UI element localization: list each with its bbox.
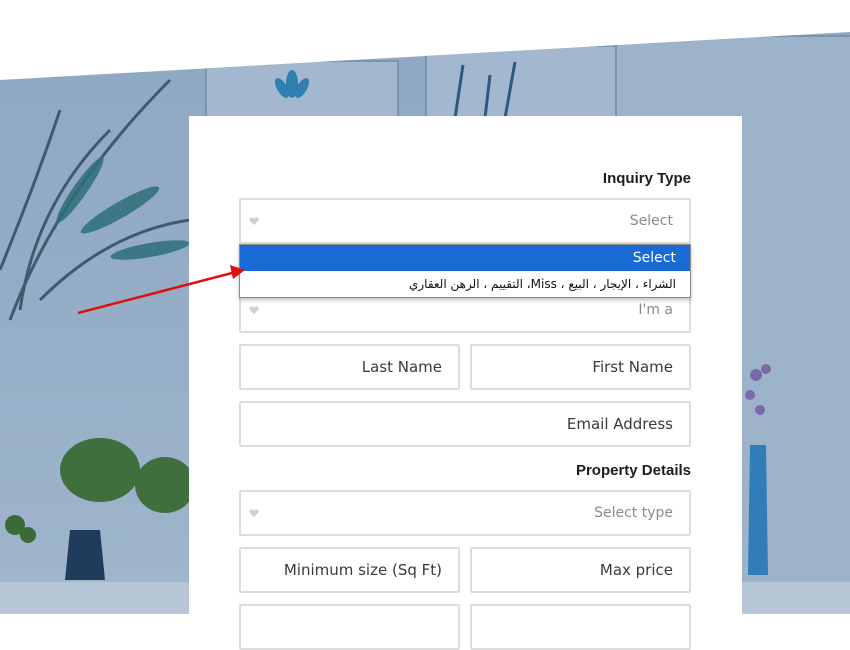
small-plant [5,515,36,543]
lotus-print [275,70,309,98]
first-name-placeholder: First Name [592,358,673,376]
heart-icon [249,509,259,517]
select-type-placeholder: Select type [594,505,673,521]
first-name-input[interactable]: First Name [470,344,691,390]
monstera-plant [60,438,190,580]
property-type-select[interactable]: Select type [239,490,691,536]
max-price-input[interactable]: Max price [470,547,691,593]
inquiry-select-value: Select [629,213,673,229]
min-size-input[interactable]: Minimum size (Sq Ft) [239,547,460,593]
inquiry-type-select[interactable]: Select [239,198,691,244]
next-row-input-left[interactable] [239,604,460,650]
email-placeholder: Email Address [566,415,673,433]
heart-icon [249,306,259,314]
next-row-input-right[interactable] [470,604,691,650]
last-name-placeholder: Last Name [361,358,442,376]
inquiry-type-label: Inquiry Type [602,170,691,187]
palm-leaves [0,78,191,321]
iam-placeholder: I'm a [638,302,673,318]
max-price-placeholder: Max price [599,561,673,579]
inquiry-type-dropdown: Select الشراء ، الإيجار ، البيع ، Miss، … [239,244,691,298]
property-details-label: Property Details [575,462,691,479]
vase-flowers [745,364,771,575]
dropdown-option-select[interactable]: Select [240,245,690,271]
min-size-placeholder: Minimum size (Sq Ft) [283,561,442,579]
last-name-input[interactable]: Last Name [239,344,460,390]
dropdown-option-arabic[interactable]: الشراء ، الإيجار ، البيع ، Miss، التقييم… [240,271,690,297]
email-input[interactable]: Email Address [239,401,691,447]
heart-icon [249,217,259,225]
fern-print [453,61,517,119]
